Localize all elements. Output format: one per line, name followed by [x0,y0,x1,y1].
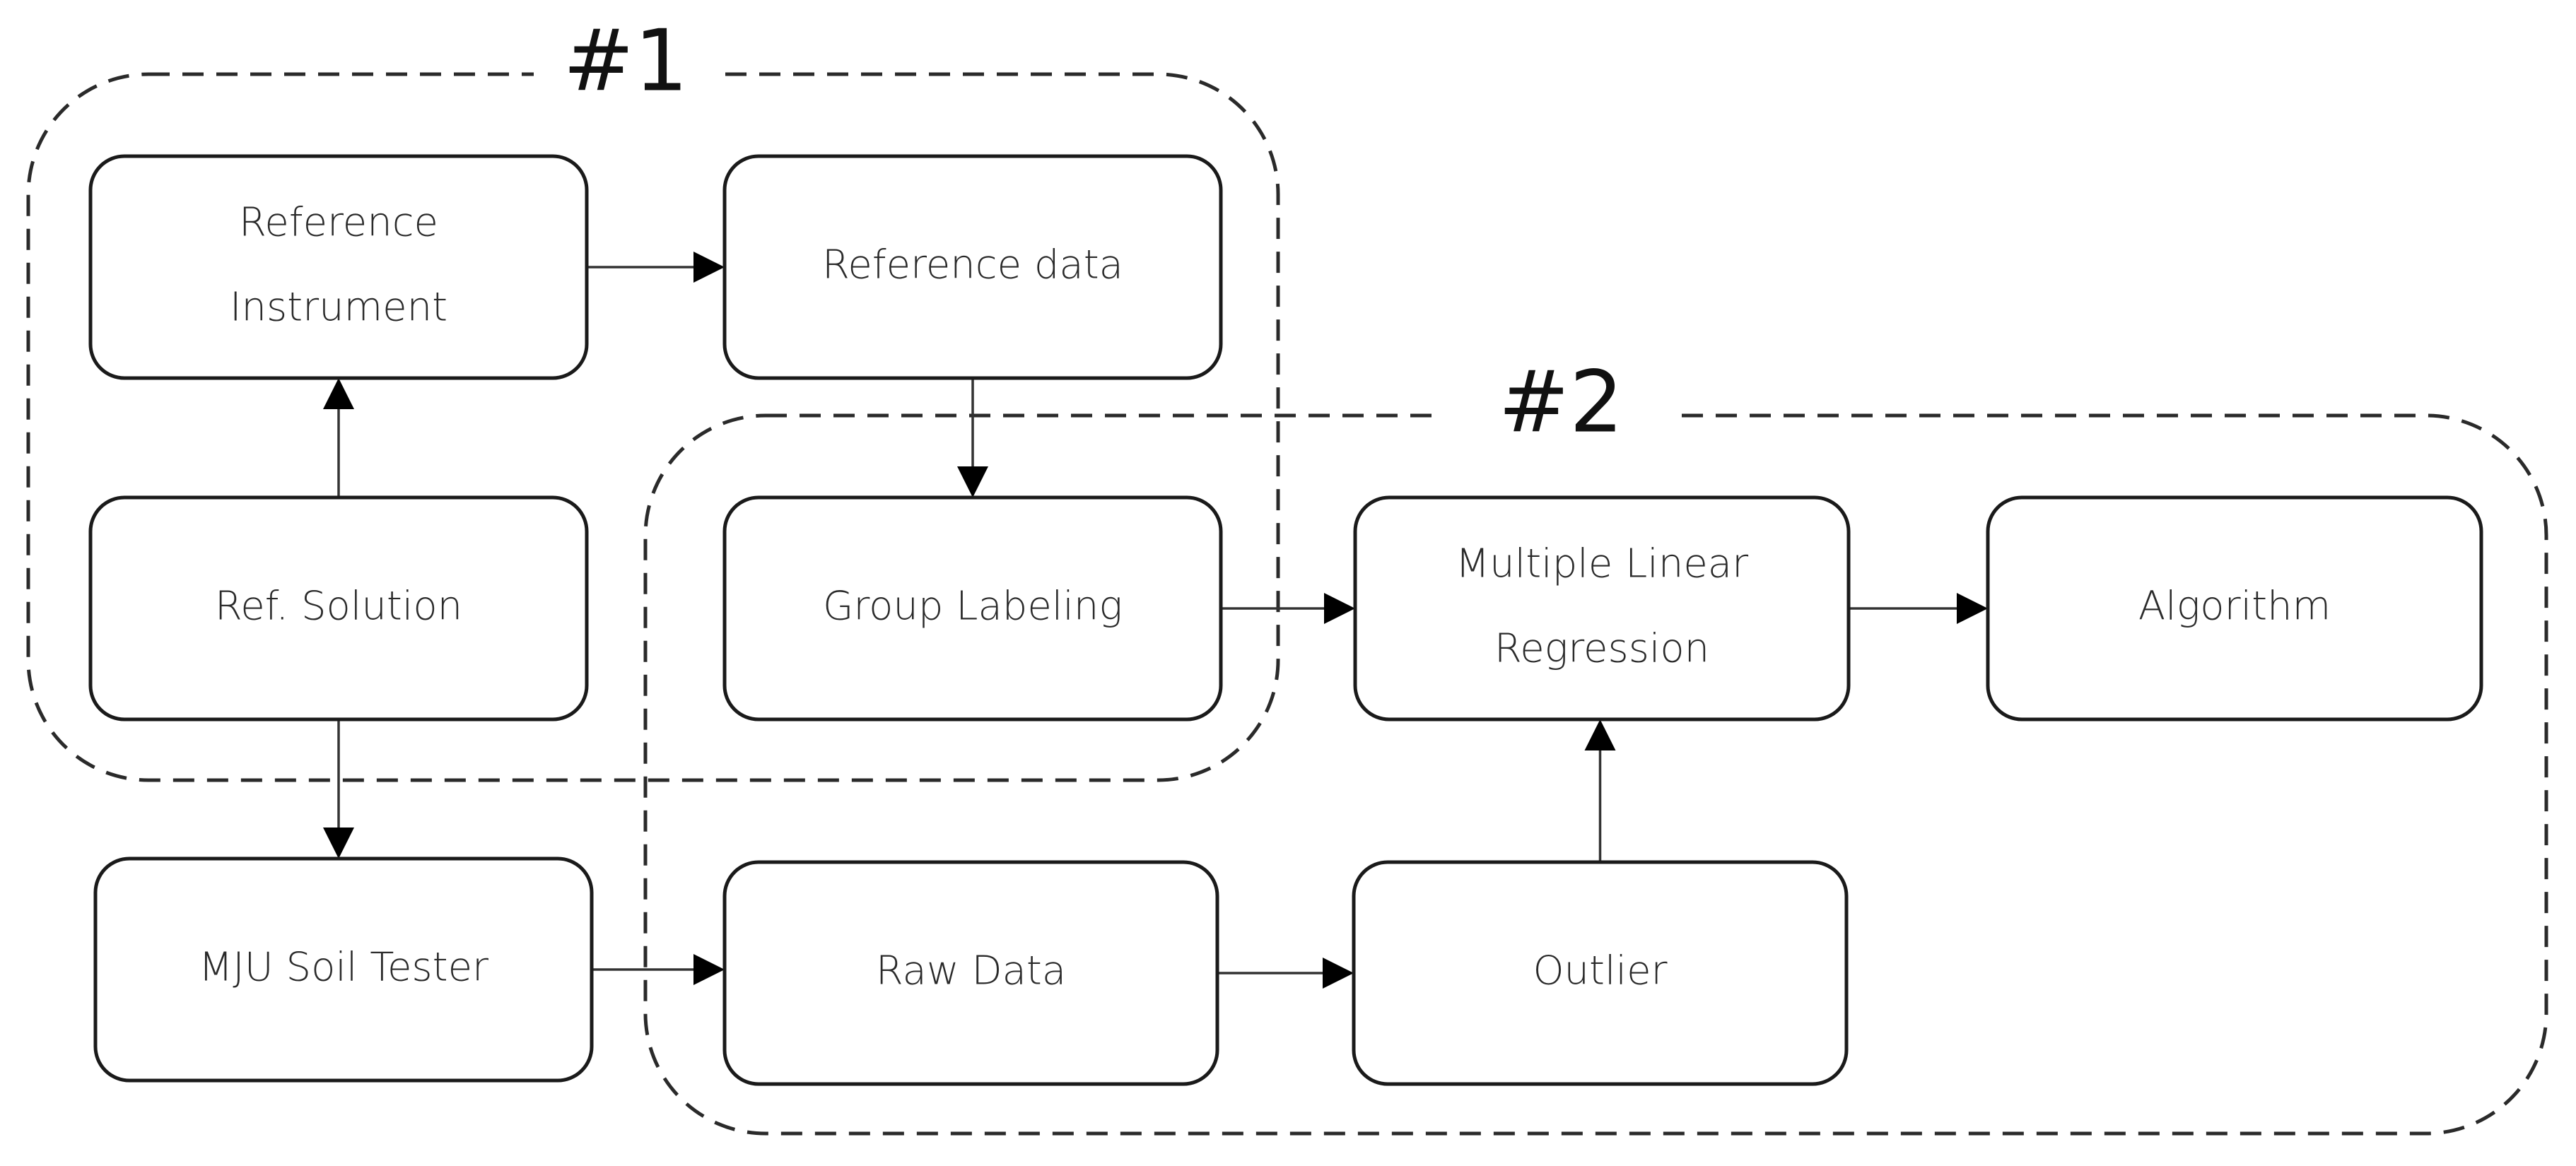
edge-ref-instrument-to-ref-data [587,252,725,283]
arrowhead-icon [693,954,725,985]
node-ref-instrument: Reference Instrument [88,154,589,380]
edge-ref-solution-to-mju-soil-tester [323,719,354,859]
arrowhead-icon [323,828,354,859]
node-label: Raw Data [876,948,1066,994]
node-label: Instrument [230,284,447,330]
node-group-labeling: Group Labeling [722,495,1223,722]
node-label: Multiple Linear [1456,541,1748,587]
node-label: Algorithm [2138,583,2331,629]
arrowhead-icon [1957,593,1988,624]
group-label: #2 [1499,354,1624,452]
edge-group-labeling-to-mlr [1221,593,1355,624]
node-label: Outlier [1533,948,1667,994]
edge-outlier-to-mlr [1584,719,1616,862]
node-label: Ref. Solution [215,583,462,629]
nodes-layer: Reference Instrument Reference data Ref. So… [88,154,2483,1086]
group-label: #1 [563,13,689,111]
node-label: Reference data [822,242,1123,288]
node-ref-solution: Ref. Solution [88,495,589,722]
node-mlr: Multiple Linear Regression [1353,495,1851,722]
node-label: MJU Soil Tester [199,944,488,990]
node-ref-data: Reference data [722,154,1223,380]
arrowhead-icon [693,252,725,283]
arrowhead-icon [1324,593,1355,624]
edge-mlr-to-algorithm [1849,593,1988,624]
node-label: Group Labeling [823,583,1123,629]
edge-raw-data-to-outlier [1217,958,1354,989]
node-mju-soil-tester: MJU Soil Tester [93,856,594,1083]
flowchart-canvas: #1#2 ReferenceInstrumentReference dataRe… [26,13,2548,1136]
node-raw-data: Raw Data [722,860,1219,1086]
arrowhead-icon [957,466,988,497]
edge-mju-soil-tester-to-raw-data [592,954,725,985]
node-box [1353,495,1851,722]
arrowhead-icon [1584,719,1616,750]
edge-ref-solution-to-ref-instrument [323,378,354,497]
edge-ref-data-to-group-labeling [957,378,988,497]
node-box [88,154,589,380]
node-label: Regression [1494,625,1709,671]
arrowhead-icon [1323,958,1354,989]
node-label: Reference [239,199,438,245]
node-outlier: Outlier [1352,860,1849,1086]
node-algorithm: Algorithm [1986,495,2483,722]
arrowhead-icon [323,378,354,409]
